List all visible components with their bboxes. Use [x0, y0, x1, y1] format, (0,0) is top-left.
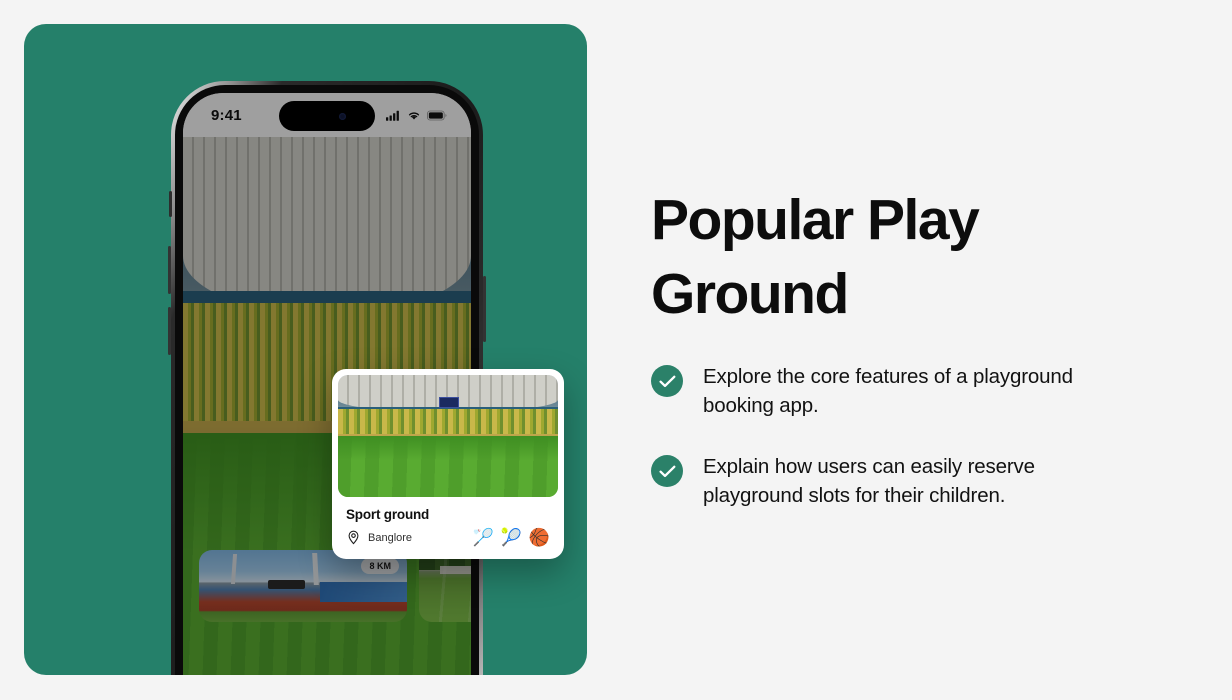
status-indicators	[386, 110, 447, 121]
page-title: Popular Play Ground	[651, 184, 1121, 331]
park-field-illustration	[419, 550, 471, 622]
featured-card-sports: 🏸 🎾 🏀	[472, 529, 550, 546]
page-title-line-1: Popular Play	[651, 188, 980, 252]
badminton-icon: 🏸	[472, 528, 494, 547]
phone-power-button[interactable]	[483, 276, 486, 342]
check-circle-icon	[651, 455, 683, 488]
floodlight-tower	[312, 552, 320, 585]
bullet-list: Explore the core features of a playgroun…	[651, 362, 1121, 542]
distance-badge: 8 KM	[361, 558, 399, 574]
scoreboard	[267, 580, 306, 589]
dynamic-island	[279, 101, 375, 131]
battery-icon	[427, 110, 447, 120]
status-bar: 9:41	[183, 93, 471, 137]
stadium-jumbotron	[439, 396, 459, 408]
cellular-signal-icon	[386, 110, 399, 121]
green-showcase-panel: 9:41 8 KM Sport ground Banglore 🏸 🎾 🏀	[24, 24, 587, 675]
right-content-panel: Popular Play Ground Explore the core fea…	[651, 0, 1211, 700]
bullet-item: Explain how users can easily reserve pla…	[651, 452, 1121, 510]
featured-card-meta: Banglore 🏸 🎾 🏀	[346, 529, 550, 546]
status-time: 9:41	[211, 106, 242, 124]
stadium-pitch	[338, 436, 558, 497]
stadium-stands	[338, 409, 558, 434]
featured-card-location: Banglore	[346, 530, 412, 545]
phone-volume-up-button[interactable]	[168, 246, 171, 294]
nearby-card[interactable]: 8 KM	[199, 550, 407, 622]
wifi-icon	[408, 111, 420, 120]
phone-mute-switch[interactable]	[169, 191, 172, 217]
bullet-item: Explore the core features of a playgroun…	[651, 362, 1121, 420]
front-camera-icon	[338, 112, 346, 120]
basketball-icon: 🏀	[528, 528, 550, 547]
bullet-text: Explore the core features of a playgroun…	[703, 365, 1073, 418]
phone-volume-down-button[interactable]	[168, 307, 171, 355]
page-title-line-2: Ground	[651, 261, 849, 326]
featured-card-location-text: Banglore	[368, 531, 413, 544]
slide-root: 9:41 8 KM Sport ground Banglore 🏸 🎾 🏀 Po…	[0, 0, 1232, 700]
floodlight-tower	[231, 554, 238, 585]
featured-card-image	[338, 375, 558, 497]
check-circle-icon	[651, 365, 683, 397]
tennis-ball-icon: 🎾	[500, 528, 522, 547]
featured-card-body: Sport ground Banglore 🏸 🎾 🏀	[332, 497, 564, 546]
stadium-photo-illustration	[338, 375, 558, 497]
featured-ground-card[interactable]: Sport ground Banglore 🏸 🎾 🏀	[332, 369, 564, 559]
featured-card-title: Sport ground	[346, 507, 430, 522]
nearby-card[interactable]	[419, 550, 471, 622]
bullet-text: Explain how users can easily reserve pla…	[703, 455, 1035, 508]
location-pin-icon	[348, 530, 359, 545]
mow-lines	[419, 550, 471, 622]
check-mark-icon	[658, 375, 675, 387]
check-mark-icon	[658, 465, 675, 477]
blue-seating	[319, 581, 407, 602]
